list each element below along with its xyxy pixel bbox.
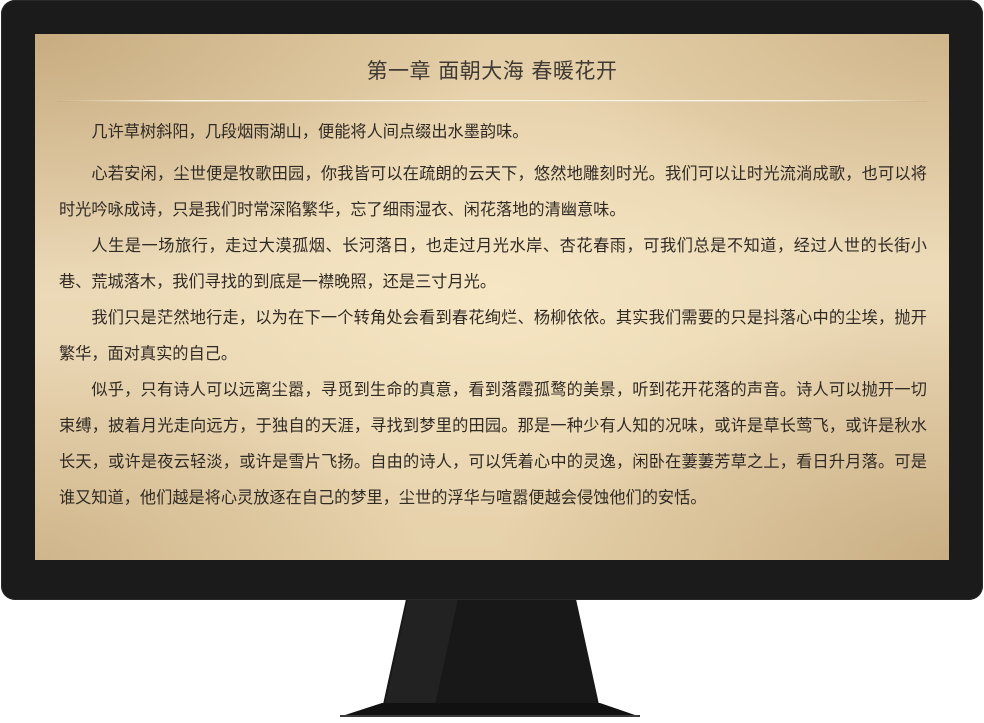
paragraph-3: 人生是一场旅行，走过大漠孤烟、长河落日，也走过月光水岸、杏花春雨，可我们总是不知… — [59, 236, 927, 291]
title-divider — [57, 100, 927, 102]
paragraph-2: 心若安闲，尘世便是牧歌田园，你我皆可以在疏朗的云天下，悠然地雕刻时光。我们可以让… — [59, 164, 927, 219]
paragraph-5: 似乎，只有诗人可以远离尘嚣，寻觅到生命的真意，看到落霞孤鹜的美景，听到花开花落的… — [59, 380, 927, 507]
stand-base — [342, 703, 638, 716]
chapter-body[interactable]: 几许草树斜阳，几段烟雨湖山，便能将人间点缀出水墨韵味。 心若安闲，尘世便是牧歌田… — [59, 114, 927, 516]
reader-screen[interactable]: 第一章 面朝大海 春暖花开 几许草树斜阳，几段烟雨湖山，便能将人间点缀出水墨韵味… — [35, 34, 949, 560]
monitor-scene: 第一章 面朝大海 春暖花开 几许草树斜阳，几段烟雨湖山，便能将人间点缀出水墨韵味… — [0, 0, 984, 723]
monitor-stand — [340, 599, 640, 717]
paragraph-1: 几许草树斜阳，几段烟雨湖山，便能将人间点缀出水墨韵味。 — [91, 122, 529, 141]
paragraph-4: 我们只是茫然地行走，以为在下一个转角处会看到春花绚烂、杨柳依依。其实我们需要的只… — [59, 308, 927, 363]
chapter-title: 第一章 面朝大海 春暖花开 — [366, 59, 618, 83]
stand-base-edge — [340, 715, 640, 717]
